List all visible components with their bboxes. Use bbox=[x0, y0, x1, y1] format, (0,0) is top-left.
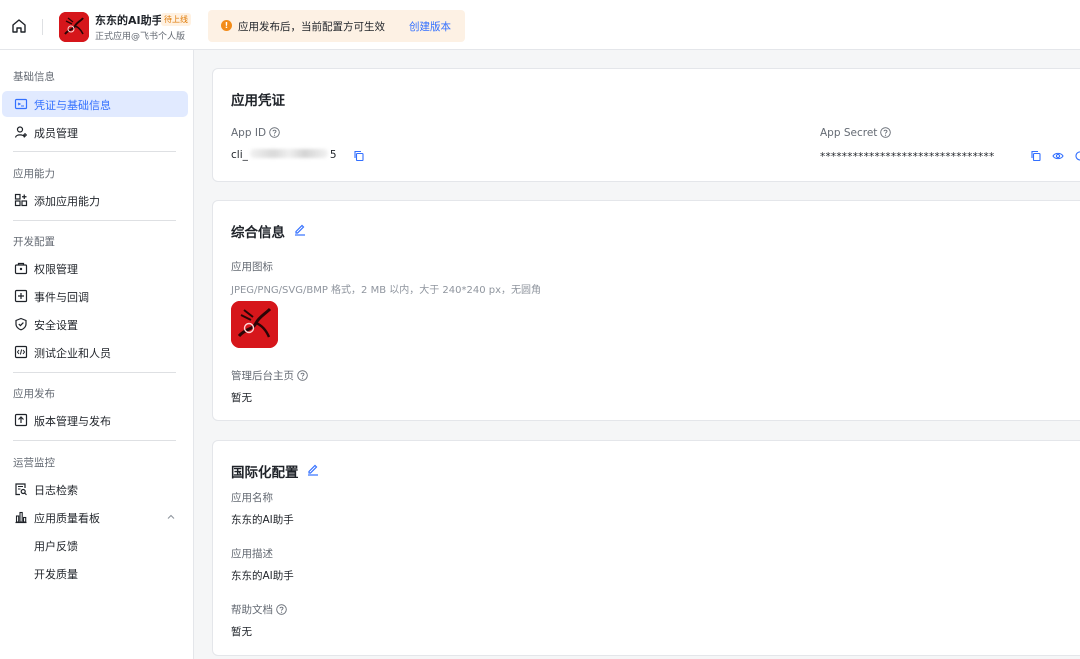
status-badge: 待上线 bbox=[161, 13, 191, 26]
card-title: 应用凭证 bbox=[231, 93, 285, 109]
divider bbox=[13, 220, 176, 221]
notice-text: 应用发布后，当前配置方可生效 bbox=[238, 21, 385, 33]
sidebar-item-label: 添加应用能力 bbox=[34, 195, 100, 208]
home-icon[interactable] bbox=[10, 17, 28, 35]
sidebar-item-add-capability[interactable]: 添加应用能力 bbox=[2, 187, 188, 213]
lock-box-icon bbox=[14, 262, 28, 275]
app-secret-label: App Secret bbox=[820, 127, 892, 139]
app-icon-preview bbox=[231, 301, 278, 348]
divider bbox=[13, 151, 176, 152]
eye-icon[interactable] bbox=[1052, 150, 1064, 162]
app-avatar bbox=[59, 12, 89, 42]
event-icon bbox=[14, 289, 28, 303]
top-bar: 东东的AI助手 待上线 正式应用@飞书个人版 ! 应用发布后，当前配置方可生效 … bbox=[0, 0, 1080, 50]
sidebar-item-label: 版本管理与发布 bbox=[34, 415, 111, 428]
app-icon-hint: JPEG/PNG/SVG/BMP 格式，2 MB 以内，大于 240*240 p… bbox=[231, 285, 542, 296]
copy-icon[interactable] bbox=[353, 150, 365, 162]
card-title: 国际化配置 bbox=[231, 465, 299, 481]
shield-icon bbox=[15, 317, 27, 331]
app-desc-value: 东东的AI助手 bbox=[231, 570, 294, 582]
lobster-logo-icon bbox=[231, 301, 278, 348]
i18n-card: 国际化配置 应用名称 东东的AI助手 应用描述 东东的AI助手 帮助文档 暂无 bbox=[212, 440, 1080, 656]
sidebar-item-label: 开发质量 bbox=[34, 568, 78, 581]
section-title-ops: 运营监控 bbox=[13, 457, 55, 469]
user-icon bbox=[14, 126, 27, 138]
admin-home-value: 暂无 bbox=[231, 392, 252, 404]
divider bbox=[13, 440, 176, 441]
app-id-label: App ID bbox=[231, 127, 280, 139]
help-doc-value: 暂无 bbox=[231, 626, 252, 638]
credential-icon bbox=[14, 98, 28, 110]
sidebar-item-label: 日志检索 bbox=[34, 484, 78, 497]
sidebar-item-credentials[interactable]: 凭证与基础信息 bbox=[2, 91, 188, 117]
help-icon[interactable] bbox=[276, 604, 287, 615]
general-info-card: 综合信息 应用图标 JPEG/PNG/SVG/BMP 格式，2 MB 以内，大于… bbox=[212, 200, 1080, 421]
help-doc-label: 帮助文档 bbox=[231, 602, 287, 617]
copy-icon[interactable] bbox=[1030, 150, 1042, 162]
card-title: 综合信息 bbox=[231, 225, 285, 241]
sidebar-item-permissions[interactable]: 权限管理 bbox=[2, 255, 188, 281]
divider bbox=[13, 372, 176, 373]
section-title-capability: 应用能力 bbox=[13, 168, 55, 180]
help-icon[interactable] bbox=[880, 127, 892, 138]
app-subtitle: 正式应用@飞书个人版 bbox=[95, 32, 186, 42]
edit-icon[interactable] bbox=[293, 222, 307, 236]
app-name: 东东的AI助手 bbox=[95, 14, 163, 27]
app-secret-value: ******************************** bbox=[820, 151, 995, 163]
app-name-label: 应用名称 bbox=[231, 492, 273, 504]
chevron-up-icon[interactable] bbox=[166, 512, 176, 522]
publish-notice: ! 应用发布后，当前配置方可生效 创建版本 bbox=[208, 10, 465, 42]
sidebar-item-members[interactable]: 成员管理 bbox=[2, 119, 188, 145]
redacted-text bbox=[249, 149, 328, 158]
sidebar: 基础信息 凭证与基础信息 成员管理 应用能力 添加应用能力 开发配置 权限管理 … bbox=[0, 50, 194, 659]
section-title-dev-config: 开发配置 bbox=[13, 236, 55, 248]
edit-icon[interactable] bbox=[306, 462, 320, 476]
sidebar-item-versions[interactable]: 版本管理与发布 bbox=[2, 407, 188, 433]
section-title-basic: 基础信息 bbox=[13, 71, 55, 83]
admin-home-label: 管理后台主页 bbox=[231, 368, 308, 383]
refresh-icon[interactable] bbox=[1074, 150, 1080, 162]
warning-icon: ! bbox=[221, 20, 232, 31]
sidebar-item-label: 成员管理 bbox=[34, 127, 78, 140]
sidebar-item-logs[interactable]: 日志检索 bbox=[2, 476, 188, 502]
app-icon-label: 应用图标 bbox=[231, 261, 273, 273]
log-search-icon bbox=[15, 483, 27, 496]
sidebar-item-label: 事件与回调 bbox=[34, 291, 89, 304]
sidebar-item-label: 凭证与基础信息 bbox=[34, 99, 111, 112]
sidebar-item-label: 安全设置 bbox=[34, 319, 78, 332]
sidebar-item-user-feedback[interactable]: 用户反馈 bbox=[2, 532, 188, 558]
sidebar-item-label: 测试企业和人员 bbox=[34, 347, 111, 360]
sidebar-item-events[interactable]: 事件与回调 bbox=[2, 283, 188, 309]
header-divider bbox=[42, 19, 43, 35]
add-grid-icon bbox=[14, 193, 28, 207]
lobster-logo-icon bbox=[59, 12, 89, 42]
sidebar-item-label: 用户反馈 bbox=[34, 540, 78, 553]
credentials-card: 应用凭证 App ID cli_ 5 App Secret ***********… bbox=[212, 68, 1080, 182]
sidebar-item-label: 权限管理 bbox=[34, 263, 78, 276]
create-version-link[interactable]: 创建版本 bbox=[409, 19, 451, 34]
help-icon[interactable] bbox=[269, 127, 280, 138]
help-icon[interactable] bbox=[297, 370, 308, 381]
sidebar-item-security[interactable]: 安全设置 bbox=[2, 311, 188, 337]
app-desc-label: 应用描述 bbox=[231, 548, 273, 560]
bar-chart-icon bbox=[15, 511, 27, 524]
app-id-value: cli_ 5 bbox=[231, 149, 337, 161]
sidebar-item-test-org[interactable]: 测试企业和人员 bbox=[2, 339, 188, 365]
sidebar-item-quality-board[interactable]: 应用质量看板 bbox=[2, 504, 188, 530]
section-title-release: 应用发布 bbox=[13, 388, 55, 400]
sidebar-item-label: 应用质量看板 bbox=[34, 512, 100, 525]
app-name-value: 东东的AI助手 bbox=[231, 514, 294, 526]
upload-box-icon bbox=[14, 413, 28, 427]
sidebar-item-dev-quality[interactable]: 开发质量 bbox=[2, 560, 188, 586]
code-box-icon bbox=[14, 345, 28, 359]
